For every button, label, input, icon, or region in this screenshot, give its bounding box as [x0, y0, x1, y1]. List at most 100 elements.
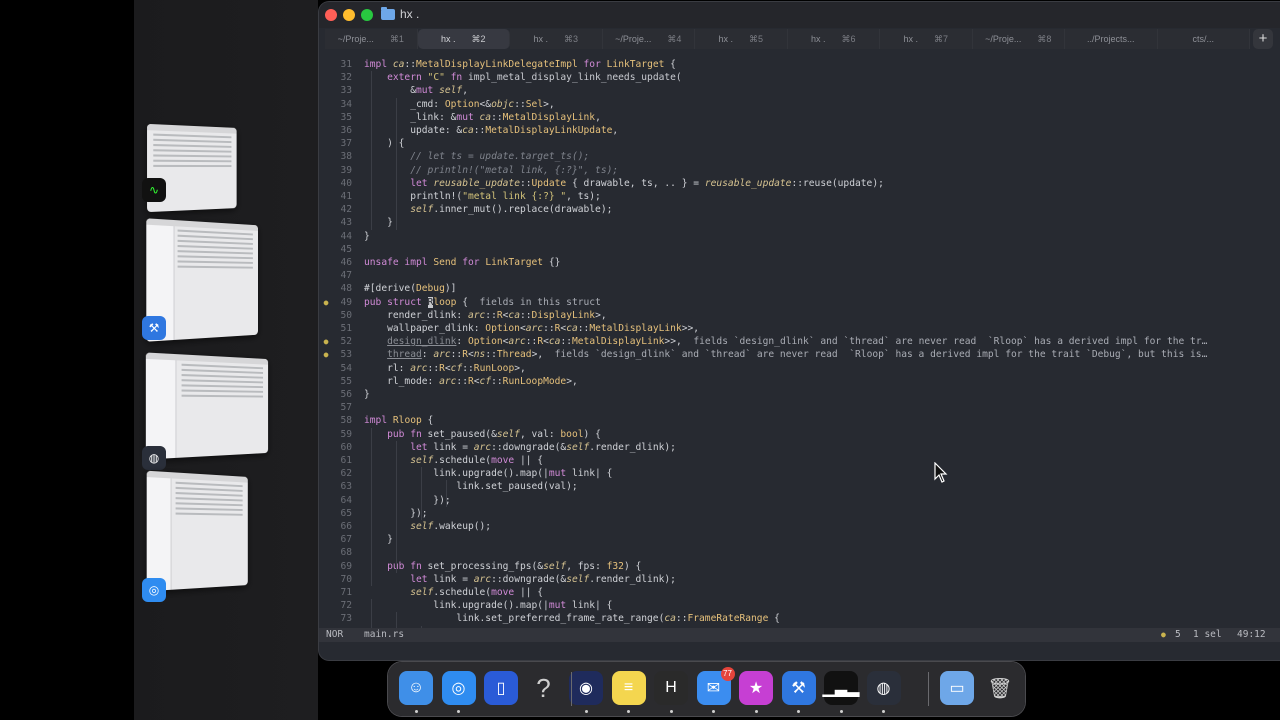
code-token: .render_dlink);: [589, 573, 676, 585]
code-token: extern: [387, 72, 428, 84]
tab-2[interactable]: hx . ⌘2: [417, 29, 510, 49]
tab-8[interactable]: ~/Proje... ⌘8: [972, 29, 1065, 49]
code-editor[interactable]: 31 impl ca::MetalDisplayLinkDelegateImpl …: [319, 58, 1280, 639]
code-token: ::: [473, 125, 486, 136]
code-token: ca: [664, 613, 676, 625]
code-token: self: [410, 587, 434, 598]
tab-7[interactable]: hx . ⌘7: [880, 29, 973, 49]
line-number: 53: [340, 349, 352, 361]
code-token: println!(: [364, 191, 463, 202]
tab-10[interactable]: cts/...: [1157, 29, 1250, 49]
line-number: 55: [340, 375, 352, 387]
code-token: set_processing_fps(&: [427, 560, 544, 572]
running-indicator: [414, 710, 418, 713]
code-token: MetalDisplayLink: [572, 336, 665, 348]
ghostty-icon[interactable]: ◉: [569, 671, 603, 705]
helix-icon[interactable]: H: [654, 671, 688, 705]
trash-icon[interactable]: 🗑: [983, 671, 1017, 705]
code-token: ::: [519, 309, 532, 321]
code-token: >,: [543, 98, 555, 110]
file-name: main.rs: [364, 629, 405, 640]
code-text: update: &ca::MetalDisplayLinkUpdate,: [364, 124, 618, 137]
code-text: impl ca::MetalDisplayLinkDelegateImpl fo…: [364, 58, 676, 71]
title-bar[interactable]: hx .: [319, 2, 1280, 28]
tab-4[interactable]: ~/Proje... ⌘4: [602, 29, 695, 49]
tab-5[interactable]: hx . ⌘5: [695, 29, 788, 49]
code-token: }: [364, 534, 393, 546]
code-token: arc: [439, 375, 457, 387]
code-text: self.schedule(move || {: [364, 586, 543, 599]
code-token: .render_dlink);: [589, 441, 676, 453]
mail-icon[interactable]: ✉ 77: [696, 667, 735, 705]
code-token: impl: [364, 415, 393, 427]
code-token: LinkTarget: [485, 257, 544, 268]
folder-icon[interactable]: ▭: [940, 671, 974, 705]
code-token: ns: [473, 349, 486, 361]
indent-guide: [396, 440, 397, 573]
code-token: link| {: [571, 468, 613, 480]
close-button[interactable]: [325, 9, 337, 21]
code-token: pub fn: [387, 428, 428, 440]
instruments-icon[interactable]: ◍: [866, 671, 901, 705]
line-number: 47: [340, 270, 352, 282]
notes-icon[interactable]: ≡: [611, 671, 646, 705]
stage-window-safari[interactable]: [146, 470, 248, 592]
tab-6[interactable]: hx . ⌘6: [787, 29, 880, 49]
line-number: 36: [340, 125, 352, 136]
code-token: _cmd:: [364, 98, 445, 110]
line-number: 50: [340, 309, 352, 321]
tab-label: ~/Proje...: [985, 34, 1022, 44]
code-token: arc: [525, 323, 544, 334]
code-token: {}: [543, 257, 561, 268]
tab-shortcut: ⌘1: [389, 33, 404, 44]
safari-icon[interactable]: ◎: [441, 671, 476, 705]
code-token: ::: [560, 336, 572, 348]
tab-1[interactable]: ~/Proje... ⌘1: [325, 29, 418, 49]
safari-icon: ◎: [142, 578, 166, 602]
stage-window-instruments[interactable]: [145, 352, 269, 460]
activity-monitor-icon[interactable]: ▁▃▂: [823, 671, 859, 705]
code-token: impl_metal_display_link_needs_update(: [467, 72, 682, 84]
code-token: ::reuse(update);: [791, 177, 884, 189]
line-number: 61: [340, 455, 352, 466]
question-icon[interactable]: ?: [527, 671, 561, 705]
finder-icon[interactable]: ☺: [399, 671, 433, 705]
window-title: hx .: [381, 6, 419, 21]
code-token: , ts);: [566, 191, 601, 202]
zoom-button[interactable]: [361, 9, 373, 21]
code-token: ,: [612, 125, 619, 136]
xcode-icon[interactable]: ⚒: [781, 671, 816, 705]
code-token: wallpaper_dlink:: [364, 323, 486, 334]
code-token: , val:: [519, 428, 561, 440]
code-token: mut: [456, 111, 480, 123]
tab-label: ~/Proje...: [615, 34, 652, 44]
cursor-position: 49:12: [1237, 629, 1266, 640]
code-token: self: [496, 428, 520, 440]
line-number: 67: [340, 534, 352, 546]
stage-manager-strip: ∿ ⚒ ◍ ◎: [0, 0, 318, 720]
code-text: println!("metal link {:?} ", ts);: [364, 190, 601, 203]
tab-9[interactable]: ../Projects...: [1065, 29, 1158, 49]
line-number: 43: [340, 217, 352, 229]
code-token: MetalDisplayLink: [589, 323, 682, 334]
star-icon[interactable]: ★: [739, 671, 773, 705]
tab-3[interactable]: hx . ⌘3: [510, 29, 603, 49]
code-token: .inner_mut().replace(drawable);: [433, 204, 613, 216]
new-tab-button[interactable]: +: [1253, 29, 1273, 49]
code-token: update: &: [364, 125, 463, 136]
code-token: ::: [450, 349, 463, 361]
code-text: }: [364, 388, 370, 401]
code-token: LinkTarget: [606, 59, 665, 70]
line-number: 35: [340, 111, 352, 123]
code-token: }: [364, 230, 370, 242]
tab-label: hx .: [533, 34, 548, 44]
minimize-button[interactable]: [343, 9, 355, 21]
tab-label: hx .: [718, 34, 733, 44]
code-text: pub struct Rloop { fields in this struct: [364, 296, 601, 309]
line-number: 38: [340, 151, 352, 163]
line-number: 41: [340, 191, 352, 202]
simulator-icon[interactable]: ▯: [484, 671, 518, 705]
code-token: ::downgrade(&: [491, 573, 567, 585]
line-number: 58: [340, 415, 352, 427]
